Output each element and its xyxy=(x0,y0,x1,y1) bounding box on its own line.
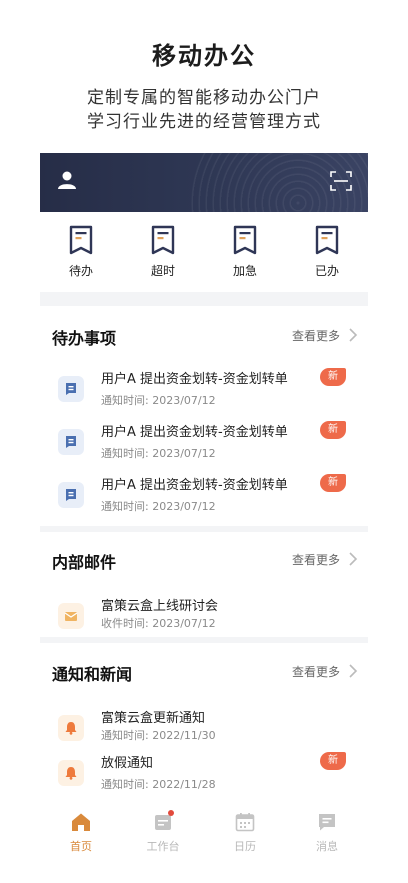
todo-see-more-link[interactable]: 查看更多 xyxy=(292,327,340,344)
news-item-title: 富策云盒更新通知 xyxy=(101,711,206,726)
section-divider xyxy=(40,292,368,306)
quick-actions: 待办 超时 加急 已办 xyxy=(40,225,368,285)
news-see-more-link[interactable]: 查看更多 xyxy=(292,663,340,680)
hero-subtitle-line1: 定制专属的智能移动办公门户 xyxy=(87,88,321,108)
news-section-title: 通知和新闻 xyxy=(52,665,133,684)
quick-action-done[interactable]: 已办 xyxy=(297,225,357,285)
quick-action-pending[interactable]: 待办 xyxy=(51,225,111,285)
chevron-right-icon[interactable] xyxy=(348,552,358,566)
tab-workbench[interactable]: 工作台 xyxy=(133,800,193,860)
home-icon xyxy=(72,813,90,831)
news-item-meta: 通知时间: 2022/11/28 xyxy=(101,776,216,789)
tab-label: 工作台 xyxy=(146,840,180,853)
meta-date: 2023/07/12 xyxy=(152,617,216,630)
news-section-header: 通知和新闻 查看更多 xyxy=(52,661,358,685)
quick-action-overdue[interactable]: 超时 xyxy=(133,225,193,285)
todo-item-meta: 通知时间: 2023/07/12 xyxy=(101,445,216,461)
mail-see-more-link[interactable]: 查看更多 xyxy=(292,551,340,568)
envelope-icon xyxy=(58,603,84,629)
todo-section-header: 待办事项 查看更多 xyxy=(52,325,358,349)
notification-dot xyxy=(168,810,174,816)
scan-icon[interactable] xyxy=(330,170,352,192)
todo-item-meta: 通知时间: 2023/07/12 xyxy=(101,498,216,514)
hero-title: 移动办公 xyxy=(152,42,256,70)
mail-list-item[interactable]: 富策云盒上线研讨会 收件时间: 2023/07/12 xyxy=(54,595,354,643)
calendar-icon xyxy=(235,813,255,832)
todo-list-item[interactable]: 用户A 提出资金划转-资金划转单 通知时间: 2023/07/12 新 xyxy=(54,368,354,416)
tab-messages[interactable]: 消息 xyxy=(297,800,357,860)
meta-date: 2022/11/30 xyxy=(152,729,216,742)
tab-calendar[interactable]: 日历 xyxy=(215,800,275,860)
mail-item-meta: 收件时间: 2023/07/12 xyxy=(101,615,216,631)
bell-icon xyxy=(58,715,84,741)
document-icon xyxy=(315,225,339,255)
message-icon xyxy=(319,814,335,831)
quick-action-label: 超时 xyxy=(150,264,175,278)
chevron-right-icon[interactable] xyxy=(348,328,358,342)
meta-date: 2023/07/12 xyxy=(152,447,216,460)
quick-action-label: 加急 xyxy=(232,264,257,278)
document-icon xyxy=(233,225,257,255)
meta-label: 通知时间: xyxy=(101,500,149,513)
quick-action-label: 待办 xyxy=(68,264,93,278)
bottom-tab-bar: 首页 工作台 日历 消息 xyxy=(40,800,368,860)
message-icon xyxy=(58,429,84,455)
new-badge: 新 xyxy=(320,474,346,492)
meta-date: 2022/11/28 xyxy=(152,778,216,789)
meta-label: 收件时间: xyxy=(101,617,149,630)
news-item-title: 放假通知 xyxy=(101,756,154,771)
news-item-meta: 通知时间: 2022/11/30 xyxy=(101,727,216,743)
meta-label: 通知时间: xyxy=(101,778,149,789)
new-badge: 新 xyxy=(320,421,346,439)
mail-section-header: 内部邮件 查看更多 xyxy=(52,549,358,573)
user-icon[interactable] xyxy=(56,169,78,191)
section-divider xyxy=(40,637,368,643)
todo-item-title: 用户A 提出资金划转-资金划转单 xyxy=(101,478,288,493)
header-banner xyxy=(40,153,368,212)
meta-label: 通知时间: xyxy=(101,729,149,742)
new-badge: 新 xyxy=(320,368,346,386)
message-icon xyxy=(58,482,84,508)
chevron-right-icon[interactable] xyxy=(348,664,358,678)
quick-action-label: 已办 xyxy=(314,264,339,278)
message-icon xyxy=(58,376,84,402)
meta-date: 2023/07/12 xyxy=(152,500,216,513)
meta-label: 通知时间: xyxy=(101,447,149,460)
tab-home[interactable]: 首页 xyxy=(51,800,111,860)
quick-action-urgent[interactable]: 加急 xyxy=(215,225,275,285)
document-icon xyxy=(151,225,175,255)
mail-section-title: 内部邮件 xyxy=(52,553,117,572)
tab-label: 消息 xyxy=(316,840,338,853)
todo-item-title: 用户A 提出资金划转-资金划转单 xyxy=(101,425,288,440)
todo-list-item[interactable]: 用户A 提出资金划转-资金划转单 通知时间: 2023/07/12 新 xyxy=(54,421,354,469)
meta-label: 通知时间: xyxy=(101,394,149,407)
todo-section-title: 待办事项 xyxy=(52,329,117,348)
meta-date: 2023/07/12 xyxy=(152,394,216,407)
bell-icon xyxy=(58,760,84,786)
section-divider xyxy=(40,526,368,532)
mail-item-title: 富策云盒上线研讨会 xyxy=(101,599,219,614)
todo-item-title: 用户A 提出资金划转-资金划转单 xyxy=(101,372,288,387)
tab-label: 日历 xyxy=(234,840,256,853)
new-badge: 新 xyxy=(320,752,346,770)
news-list-item[interactable]: 富策云盒更新通知 通知时间: 2022/11/30 xyxy=(54,707,354,755)
phone-screen: 待办 超时 加急 已办 待办事项 查看更多 用户A 提出资金划转-资金划转单 通… xyxy=(40,153,368,789)
todo-list-item[interactable]: 用户A 提出资金划转-资金划转单 通知时间: 2023/07/12 新 xyxy=(54,474,354,522)
todo-item-meta: 通知时间: 2023/07/12 xyxy=(101,392,216,408)
tab-label: 首页 xyxy=(70,840,92,853)
hero-subtitle-line2: 学习行业先进的经营管理方式 xyxy=(87,112,321,132)
news-list-item[interactable]: 放假通知 通知时间: 2022/11/28 新 xyxy=(54,752,354,789)
document-icon xyxy=(69,225,93,255)
